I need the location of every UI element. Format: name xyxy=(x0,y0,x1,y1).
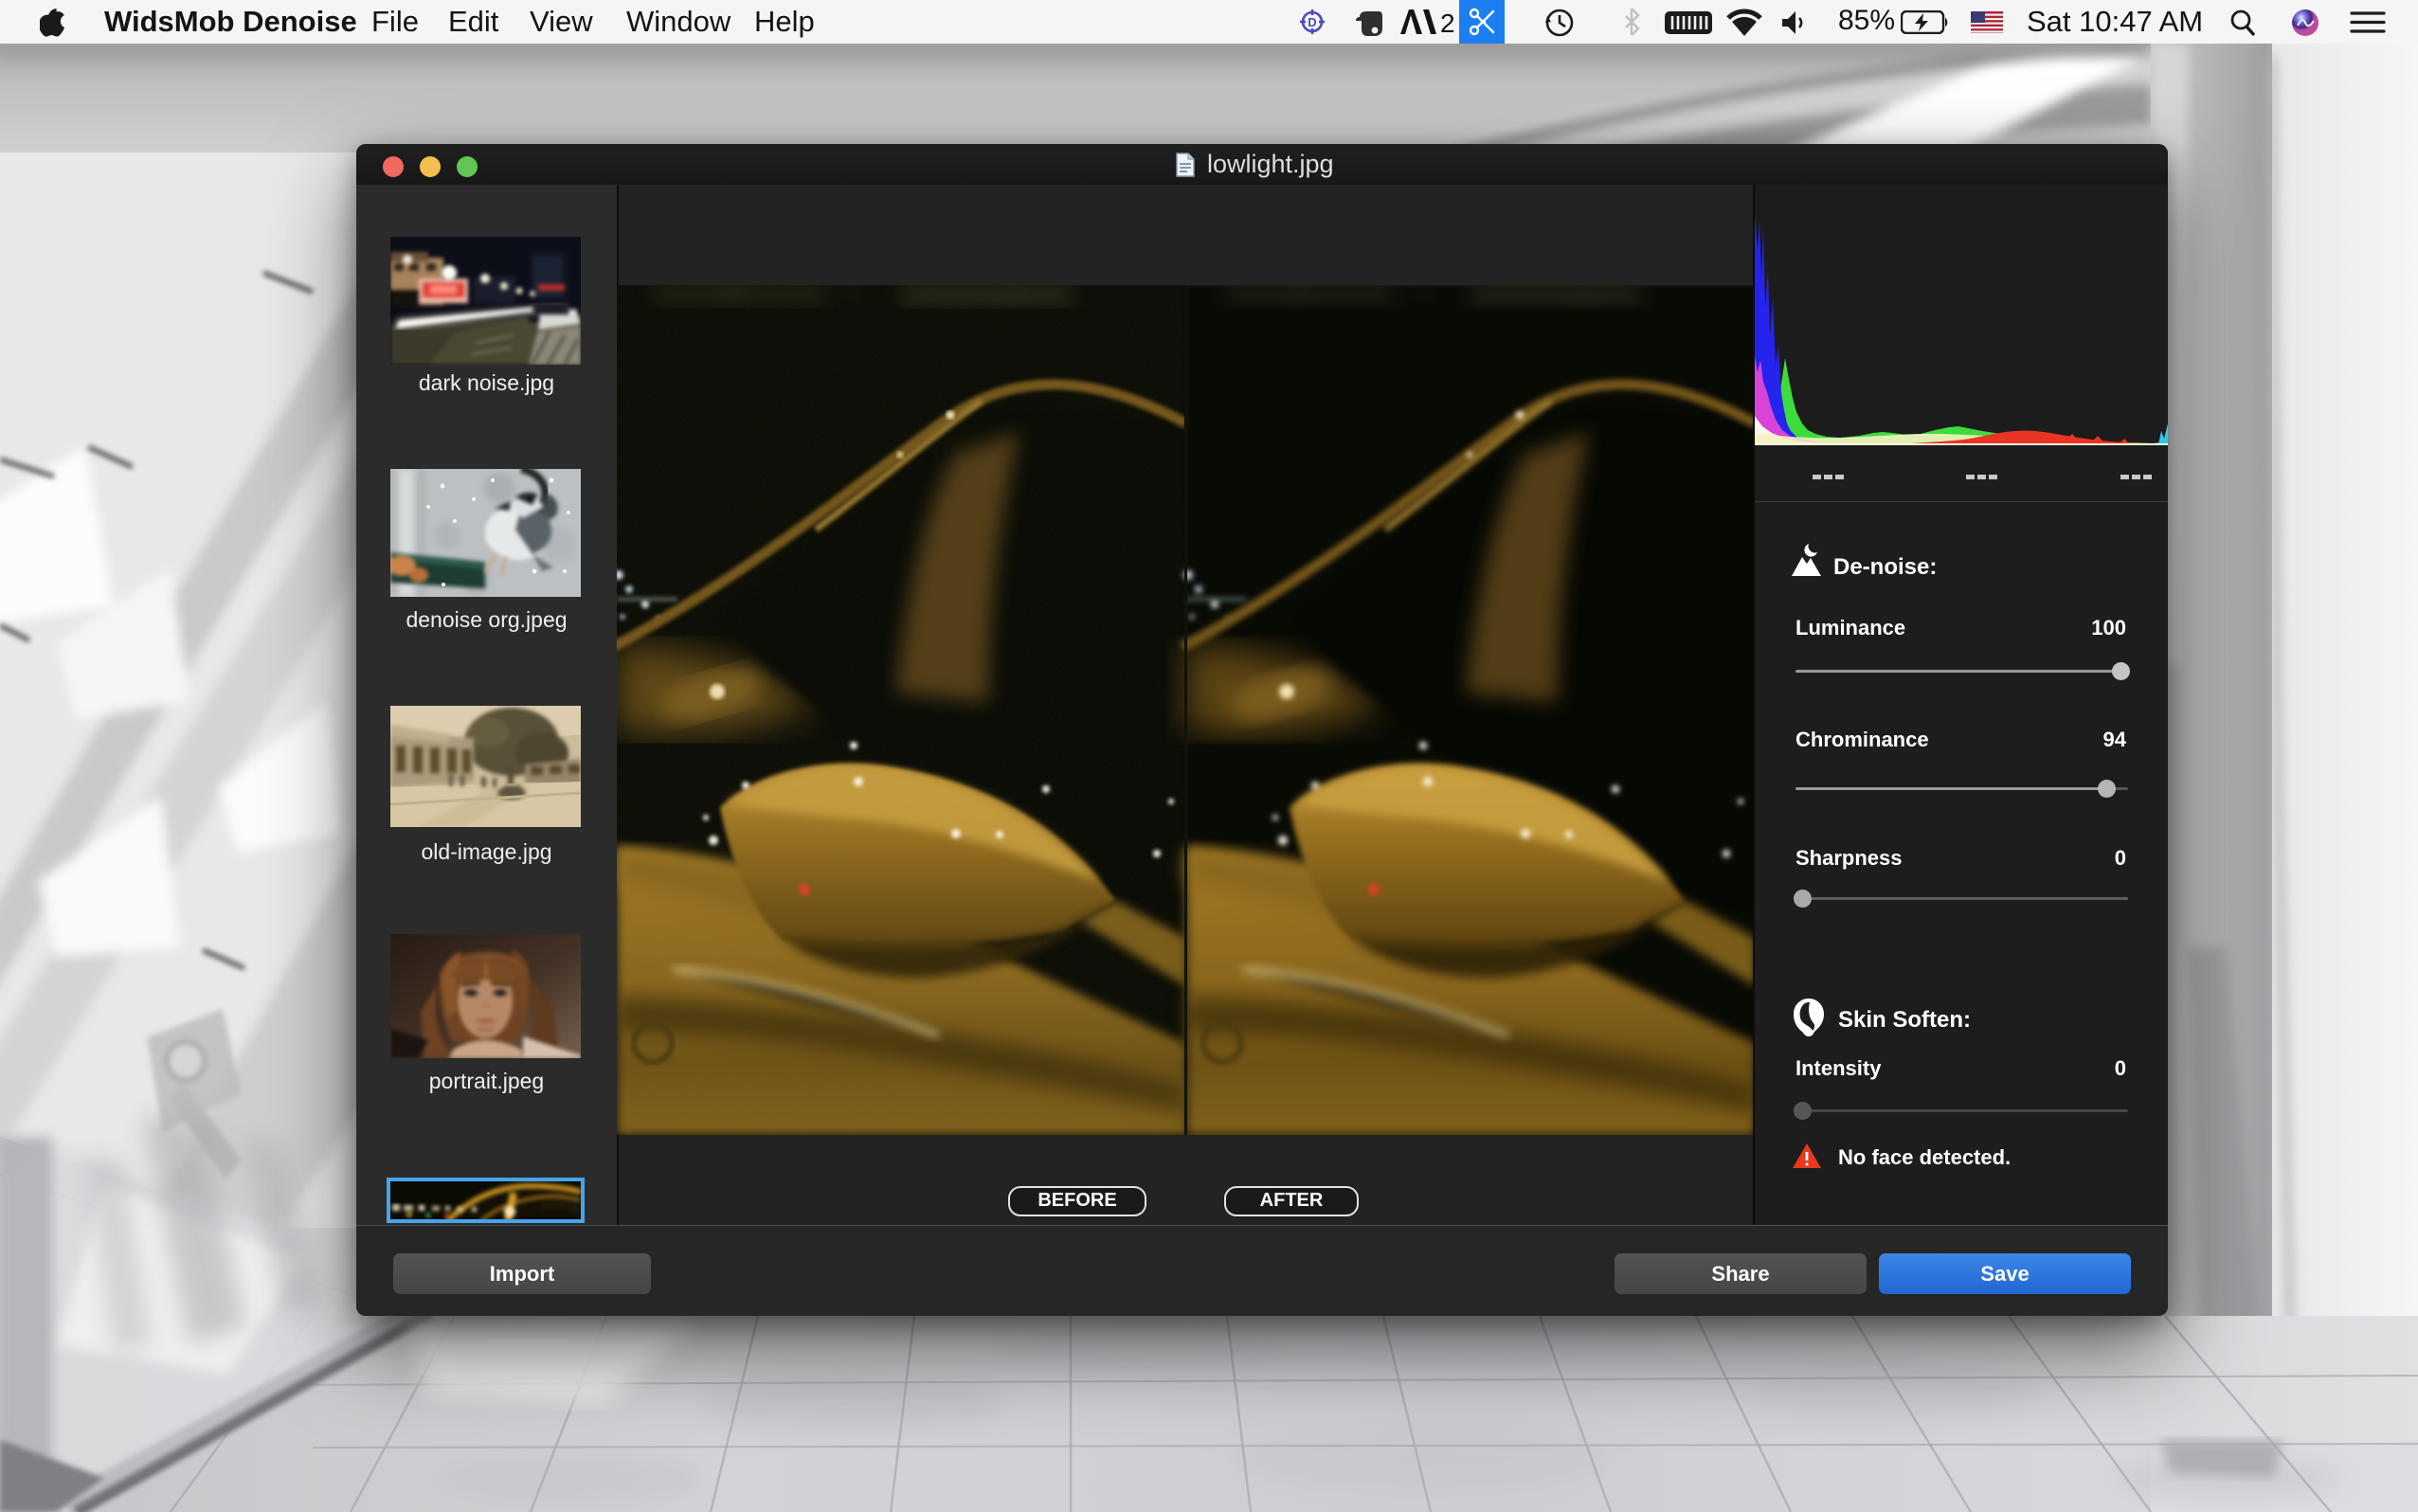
svg-text:D: D xyxy=(1308,15,1316,29)
svg-text:2: 2 xyxy=(1440,9,1455,36)
